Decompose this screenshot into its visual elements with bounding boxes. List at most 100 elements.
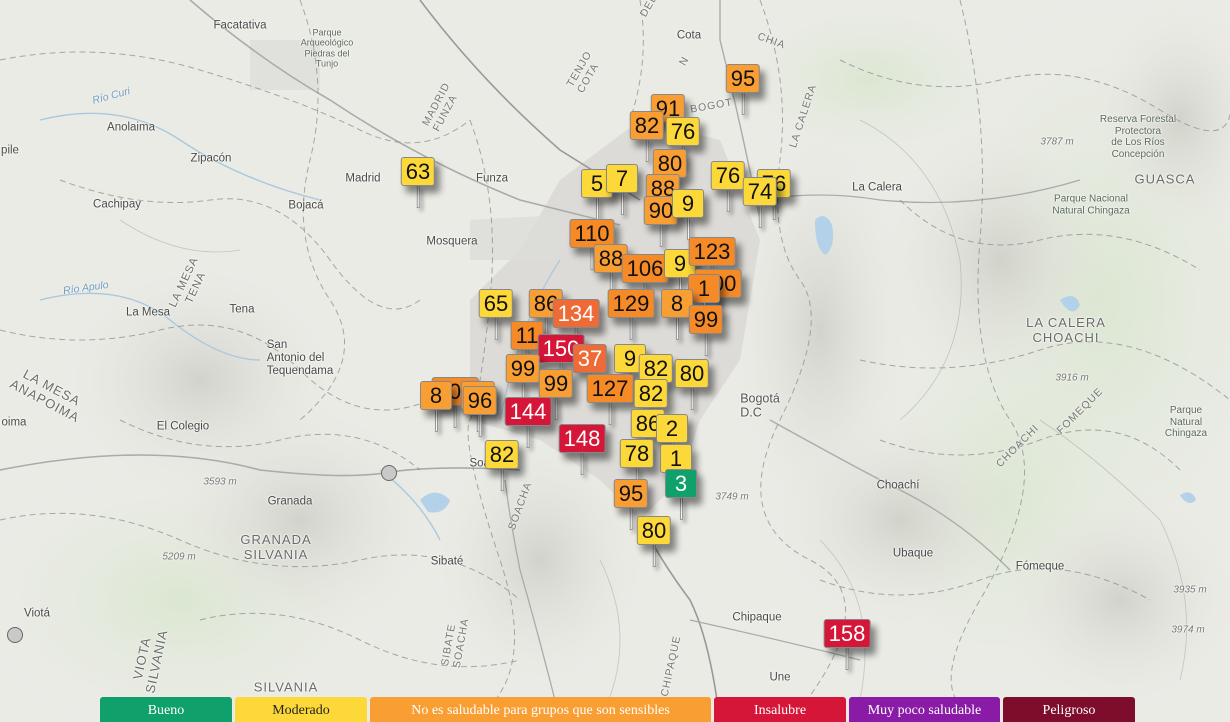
place-ubaque: Ubaque [892,547,934,560]
elevation-3935: 3935 m [1173,584,1207,596]
elevation-5209: 5209 m [162,551,196,563]
place-anolaima: Anolaima [107,121,155,134]
legend-item: Insalubre [714,697,846,722]
aqi-value: 8 [420,381,452,410]
place-bogota: Bogotá D.C [740,391,780,420]
marker-pole [629,508,633,530]
aqi-value: 134 [552,299,600,328]
aqi-value: 144 [504,397,552,426]
marker-pole [741,93,745,115]
aqi-station-marker[interactable]: 148 [558,424,606,475]
aqi-value: 37 [572,344,608,373]
place-une: Une [769,671,791,684]
place-madrid: Madrid [345,172,381,185]
aqi-value: 127 [586,374,634,403]
place-pile: pile [1,144,19,157]
aqi-value: 3 [665,469,697,498]
aqi-station-marker[interactable]: 8 [420,381,452,432]
aqi-value: 106 [621,254,669,283]
place-parque-arqueologico: Parque Arqueológico Piedras del Tunjo [300,27,354,69]
place-zipacon: Zipacón [190,152,232,165]
marker-pole [726,190,730,212]
marker-pole [580,453,584,475]
marker-pole [434,410,438,432]
elevation-3787: 3787 m [1040,136,1074,148]
aqi-station-marker[interactable]: 158 [823,619,871,670]
marker-pole [704,334,708,356]
marker-pole [845,648,849,670]
place-mosquera: Mosquera [426,235,478,248]
aqi-station-marker[interactable]: 95 [725,64,761,115]
legend-item: Muy poco saludable [849,697,1000,722]
aqi-value: 123 [688,237,736,266]
place-pnn-chingaza: Parque Nacional Natural Chingaza [1052,193,1130,217]
place-tena: Tena [229,303,255,316]
aqi-station-marker[interactable]: 96 [462,386,498,437]
aqi-value: 95 [613,479,649,508]
aqi-value: 99 [538,369,574,398]
marker-pole [554,398,558,420]
aqi-value: 95 [725,64,761,93]
marker-pole [416,186,420,208]
elevation-3974: 3974 m [1171,624,1205,636]
place-choachi: Choachí [876,479,920,492]
aqi-station-marker[interactable]: 80 [636,516,672,567]
marker-pole [478,415,482,437]
aqi-station-marker[interactable]: 63 [400,157,436,208]
legend-item: Bueno [100,697,232,722]
marker-pole [645,140,649,162]
place-pnn-chingaza-2: Parque Natural Chingaza [1164,404,1208,439]
aqi-legend: Bueno Moderado No es saludable para grupos… [100,697,1135,722]
place-funza: Funza [476,172,508,185]
marker-pole [595,198,599,220]
marker-pole [675,318,679,340]
aqi-station-marker[interactable]: 76 [710,161,746,212]
aqi-value: 76 [665,117,701,146]
marker-pole [620,193,624,215]
aqi-value: 7 [606,164,638,193]
aqi-value: 78 [619,439,655,468]
aqi-value: 158 [823,619,871,648]
aqi-station-marker[interactable]: 127 [586,374,634,425]
place-viota: Viotá [23,607,51,620]
aqi-station-marker[interactable]: 99 [688,305,724,356]
marker-pole [494,318,498,340]
aqi-value: 2 [656,414,688,443]
aqi-value: 80 [674,359,710,388]
aqi-value: 99 [688,305,724,334]
station-no-data[interactable] [7,627,23,643]
station-no-data[interactable] [381,465,397,481]
aqi-station-marker[interactable]: 129 [607,289,655,340]
region-la-calera-choachi: LA CALERA CHOACHI [1026,315,1106,345]
place-bojaca: Bojacá [288,199,324,212]
legend-item: No es saludable para grupos que son sens… [370,697,711,722]
aqi-value: 63 [400,157,436,186]
place-chipaque: Chipaque [732,611,782,624]
elevation-3593: 3593 m [203,476,237,488]
aqi-station-marker[interactable]: 74 [742,177,778,228]
aqi-station-marker[interactable]: 9 [672,189,704,240]
place-fomeque: Fómeque [1015,560,1065,573]
legend-item: Moderado [235,697,367,722]
marker-pole [679,498,683,520]
place-facatativa: Facatativa [213,19,267,32]
place-granada: Granada [267,495,313,508]
aqi-station-marker[interactable]: 80 [674,359,710,410]
legend-item: Peligroso [1003,697,1135,722]
aqi-station-marker[interactable]: 82 [484,440,520,491]
aqi-station-marker[interactable]: 7 [606,164,638,215]
place-reserva: Reserva Forestal Protectora de Los Ríos … [1099,114,1177,160]
marker-pole [629,318,633,340]
place-la-mesa: La Mesa [125,306,171,319]
elevation-3749: 3749 m [715,491,749,503]
place-oima: oima [1,416,27,429]
aqi-value: 129 [607,289,655,318]
aqi-value: 65 [478,289,514,318]
place-el-colegio: El Colegio [156,420,210,433]
elevation-3916: 3916 m [1055,372,1089,384]
aqi-station-marker[interactable]: 65 [478,289,514,340]
region-silvania: SILVANIA [253,679,319,695]
region-guasca: GUASCA [1134,171,1196,187]
aqi-station-marker[interactable]: 3 [665,469,697,520]
aqi-value: 74 [742,177,778,206]
